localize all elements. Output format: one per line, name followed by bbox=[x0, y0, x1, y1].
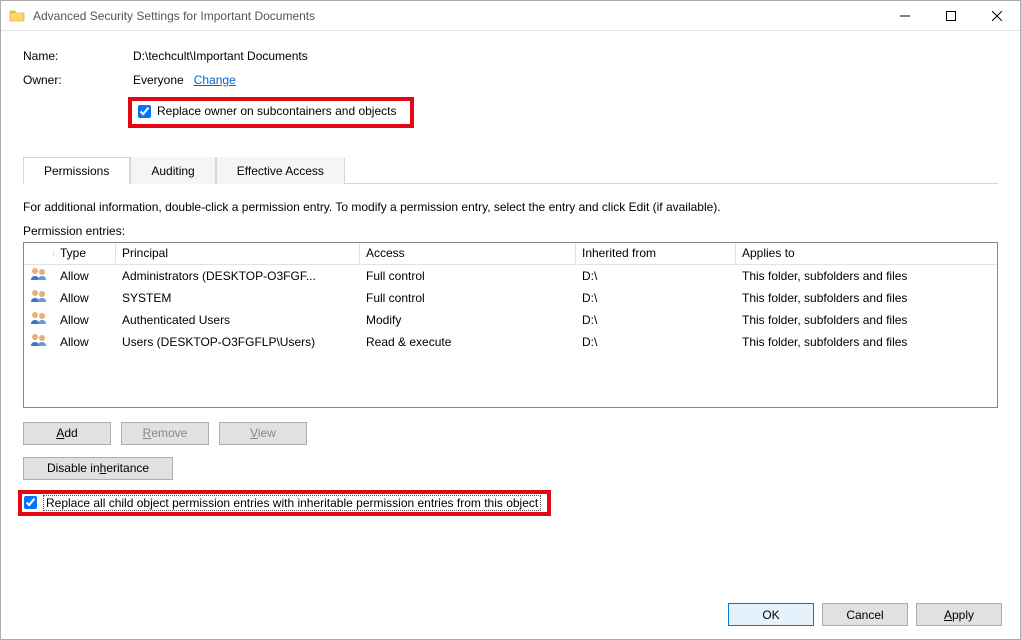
owner-label: Owner: bbox=[23, 73, 133, 87]
table-row[interactable]: AllowAdministrators (DESKTOP-O3FGF...Ful… bbox=[24, 265, 997, 287]
table-row[interactable]: AllowSYSTEMFull controlD:\This folder, s… bbox=[24, 287, 997, 309]
name-value: D:\techcult\Important Documents bbox=[133, 49, 308, 63]
col-inherited-from[interactable]: Inherited from bbox=[576, 243, 736, 263]
cell-applies: This folder, subfolders and files bbox=[736, 311, 997, 329]
users-icon bbox=[30, 333, 48, 347]
cell-principal: Authenticated Users bbox=[116, 311, 360, 329]
name-label: Name: bbox=[23, 49, 133, 63]
cell-inherited: D:\ bbox=[576, 333, 736, 351]
cell-inherited: D:\ bbox=[576, 267, 736, 285]
dialog-footer: OK Cancel Apply bbox=[1, 593, 1020, 639]
disable-inheritance-row: Disable inheritance bbox=[23, 457, 998, 480]
entry-buttons: Add Remove View bbox=[23, 422, 998, 445]
change-owner-link[interactable]: Change bbox=[194, 73, 236, 87]
users-icon bbox=[30, 267, 48, 281]
replace-owner-text: Replace owner on subcontainers and objec… bbox=[157, 104, 396, 118]
tab-auditing[interactable]: Auditing bbox=[130, 157, 215, 184]
view-button[interactable]: View bbox=[219, 422, 307, 445]
tab-permissions[interactable]: Permissions bbox=[23, 157, 130, 184]
replace-owner-checkbox-label[interactable]: Replace owner on subcontainers and objec… bbox=[138, 104, 396, 118]
apply-button[interactable]: Apply bbox=[916, 603, 1002, 626]
cell-type: Allow bbox=[54, 289, 116, 307]
col-principal[interactable]: Principal bbox=[116, 243, 360, 263]
cell-applies: This folder, subfolders and files bbox=[736, 289, 997, 307]
folder-icon bbox=[9, 8, 25, 24]
table-row[interactable]: AllowUsers (DESKTOP-O3FGFLP\Users)Read &… bbox=[24, 331, 997, 353]
cell-principal: SYSTEM bbox=[116, 289, 360, 307]
remove-button[interactable]: Remove bbox=[121, 422, 209, 445]
table-header: Type Principal Access Inherited from App… bbox=[24, 243, 997, 265]
highlight-box-1: Replace owner on subcontainers and objec… bbox=[128, 97, 414, 128]
owner-row: Owner: Everyone Change bbox=[23, 73, 998, 87]
close-button[interactable] bbox=[974, 1, 1020, 30]
table-body: AllowAdministrators (DESKTOP-O3FGF...Ful… bbox=[24, 265, 997, 353]
cancel-button[interactable]: Cancel bbox=[822, 603, 908, 626]
cell-inherited: D:\ bbox=[576, 311, 736, 329]
tabs: Permissions Auditing Effective Access bbox=[23, 156, 998, 184]
cell-access: Modify bbox=[360, 311, 576, 329]
permission-entries-label: Permission entries: bbox=[23, 224, 998, 238]
replace-owner-checkbox[interactable] bbox=[138, 105, 151, 118]
col-applies-to[interactable]: Applies to bbox=[736, 243, 997, 263]
cell-principal: Users (DESKTOP-O3FGFLP\Users) bbox=[116, 333, 360, 351]
cell-access: Read & execute bbox=[360, 333, 576, 351]
titlebar: Advanced Security Settings for Important… bbox=[1, 1, 1020, 31]
cell-principal: Administrators (DESKTOP-O3FGF... bbox=[116, 267, 360, 285]
disable-inheritance-button[interactable]: Disable inheritance bbox=[23, 457, 173, 480]
permission-entries-table: Type Principal Access Inherited from App… bbox=[23, 242, 998, 408]
maximize-button[interactable] bbox=[928, 1, 974, 30]
table-row[interactable]: AllowAuthenticated UsersModifyD:\This fo… bbox=[24, 309, 997, 331]
col-access[interactable]: Access bbox=[360, 243, 576, 263]
replace-child-permissions-label: Replace all child object permission entr… bbox=[43, 495, 541, 511]
replace-child-permissions-checkbox[interactable] bbox=[24, 496, 37, 509]
window-buttons bbox=[882, 1, 1020, 30]
users-icon bbox=[30, 311, 48, 325]
add-button[interactable]: Add bbox=[23, 422, 111, 445]
cell-access: Full control bbox=[360, 267, 576, 285]
minimize-button[interactable] bbox=[882, 1, 928, 30]
highlight-box-2: Replace all child object permission entr… bbox=[18, 490, 551, 516]
cell-type: Allow bbox=[54, 311, 116, 329]
replace-owner-row: Replace owner on subcontainers and objec… bbox=[23, 97, 998, 128]
security-settings-window: Advanced Security Settings for Important… bbox=[0, 0, 1021, 640]
info-text: For additional information, double-click… bbox=[23, 200, 998, 214]
cell-access: Full control bbox=[360, 289, 576, 307]
cell-applies: This folder, subfolders and files bbox=[736, 333, 997, 351]
cell-inherited: D:\ bbox=[576, 289, 736, 307]
cell-type: Allow bbox=[54, 333, 116, 351]
col-type[interactable]: Type bbox=[54, 243, 116, 263]
ok-button[interactable]: OK bbox=[728, 603, 814, 626]
tab-effective-access[interactable]: Effective Access bbox=[216, 157, 345, 184]
cell-applies: This folder, subfolders and files bbox=[736, 267, 997, 285]
cell-type: Allow bbox=[54, 267, 116, 285]
owner-value: Everyone bbox=[133, 73, 184, 87]
col-icon[interactable] bbox=[24, 250, 54, 256]
window-title: Advanced Security Settings for Important… bbox=[33, 9, 882, 23]
name-row: Name: D:\techcult\Important Documents bbox=[23, 49, 998, 63]
users-icon bbox=[30, 289, 48, 303]
